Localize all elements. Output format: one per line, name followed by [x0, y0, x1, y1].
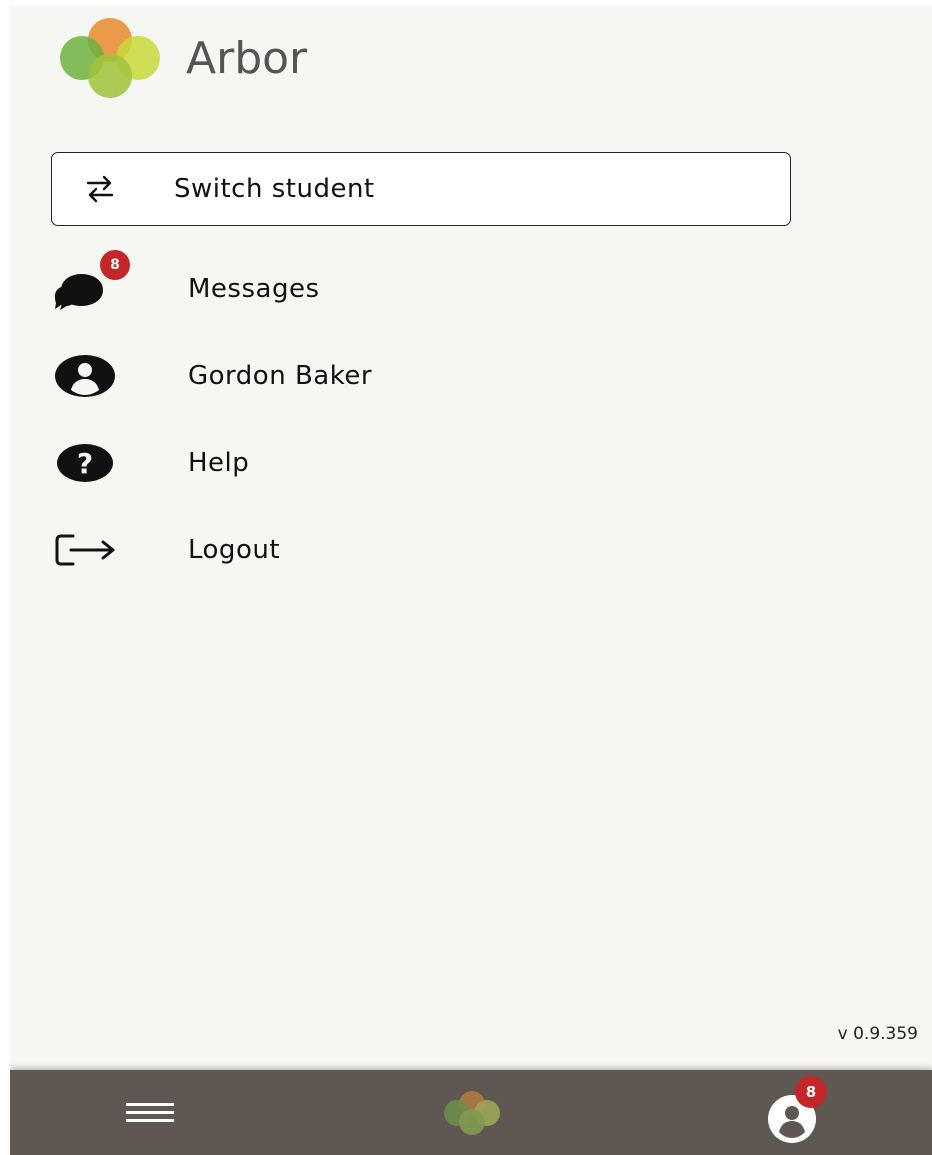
logo-text: Arbor — [186, 32, 308, 84]
switch-student-label: Switch student — [174, 174, 375, 204]
menu-item-messages[interactable]: 8 Messages — [50, 250, 750, 324]
switch-student-button[interactable]: Switch student — [51, 152, 791, 226]
arbor-logo-icon — [60, 18, 160, 98]
menu-screen: Arbor Switch student 8 Messages Gordon B… — [10, 6, 932, 1155]
user-circle-icon — [50, 341, 120, 411]
menu-item-profile[interactable]: Gordon Baker — [50, 341, 750, 411]
chat-bubbles-icon: 8 — [50, 250, 130, 324]
messages-badge: 8 — [100, 250, 130, 280]
menu-item-logout[interactable]: Logout — [50, 515, 750, 585]
logout-icon — [50, 515, 120, 585]
menu-label-logout: Logout — [188, 535, 281, 565]
arbor-logo: Arbor — [50, 18, 307, 98]
profile-button[interactable]: 8 — [732, 1070, 852, 1155]
profile-badge: 8 — [795, 1075, 827, 1108]
menu-item-help[interactable]: ? Help — [50, 428, 750, 498]
svg-text:?: ? — [77, 447, 93, 480]
swap-arrows-icon — [86, 175, 114, 203]
app-version: v 0.9.359 — [837, 1024, 918, 1044]
hamburger-menu-button[interactable] — [90, 1070, 210, 1155]
arbor-home-icon — [444, 1090, 500, 1135]
menu-label-messages: Messages — [188, 274, 320, 304]
hamburger-menu-icon — [126, 1102, 174, 1122]
menu-label-profile: Gordon Baker — [188, 361, 373, 391]
home-button[interactable] — [412, 1070, 532, 1155]
bottom-navigation-bar: 8 — [10, 1070, 932, 1155]
help-circle-icon: ? — [50, 428, 120, 498]
menu-label-help: Help — [188, 448, 250, 478]
